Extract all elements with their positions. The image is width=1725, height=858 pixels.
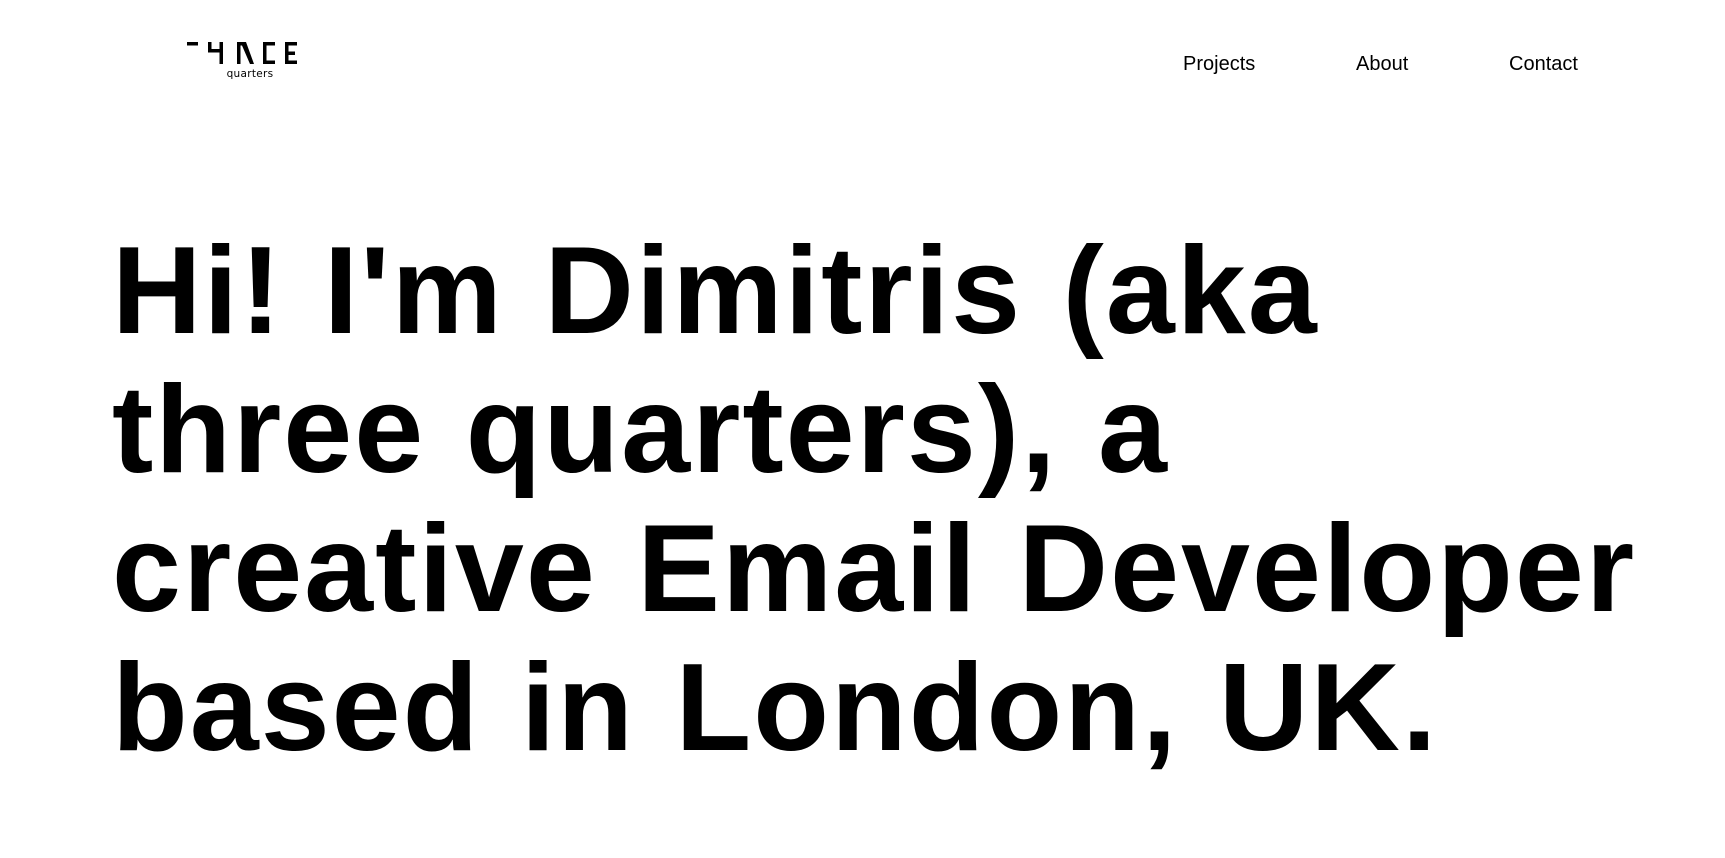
nav-link-contact[interactable]: Contact (1509, 52, 1578, 76)
nav-link-about[interactable]: About (1356, 52, 1408, 76)
main-nav: Projects About Contact (0, 52, 1725, 76)
nav-link-projects[interactable]: Projects (1183, 52, 1255, 76)
hero-headline: Hi! I'm Dimitris (aka three quarters), a… (112, 222, 1637, 777)
site-header: quarters Projects About Contact (0, 0, 1725, 110)
